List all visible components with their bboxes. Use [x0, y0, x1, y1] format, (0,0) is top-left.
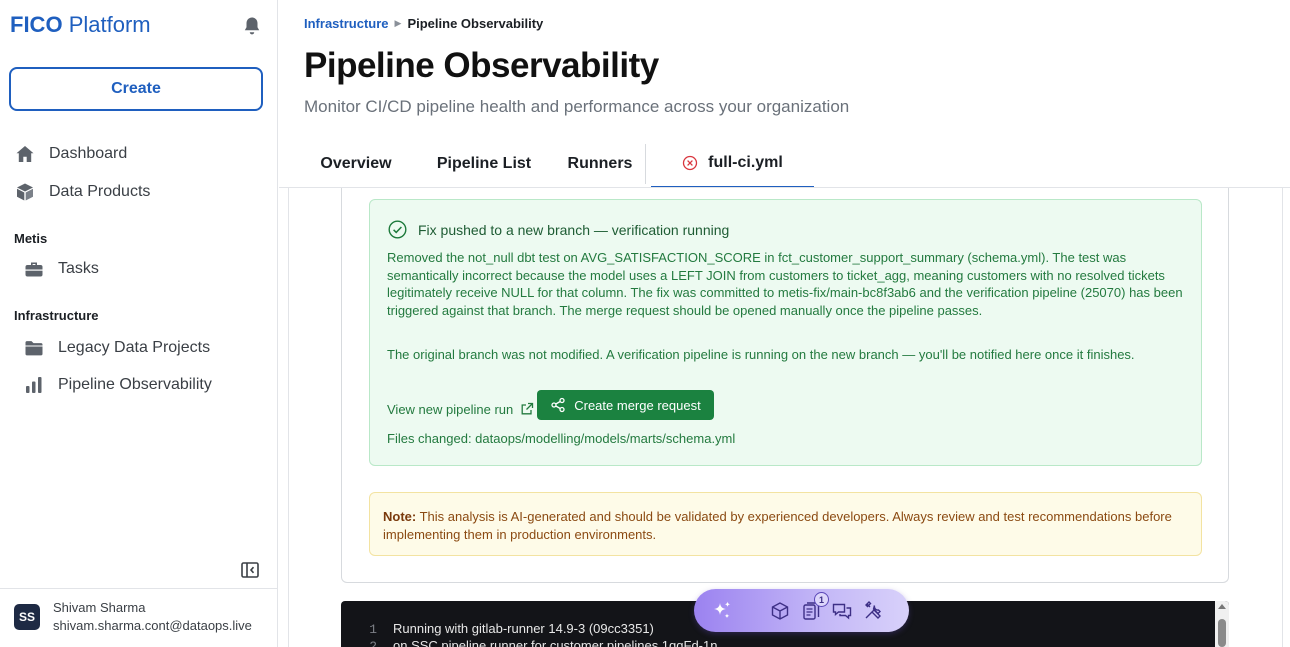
chat-bubbles-icon[interactable]: [831, 600, 853, 622]
sidebar-item-pipeline-observability[interactable]: Pipeline Observability: [24, 375, 212, 395]
log-line-number: 1: [369, 622, 377, 637]
tab-runners[interactable]: Runners: [560, 140, 640, 188]
box-icon[interactable]: [769, 600, 791, 622]
tab-divider: [645, 144, 646, 184]
sidebar-item-tasks[interactable]: Tasks: [24, 259, 99, 279]
brand-logo[interactable]: FICO Platform: [10, 12, 151, 38]
brand-name-rest: Platform: [68, 12, 151, 37]
files-changed: Files changed: dataops/modelling/models/…: [387, 431, 736, 446]
floating-action-bar: 1: [694, 589, 909, 632]
tab-bar: Overview Pipeline List Runners full-ci.y…: [304, 140, 1290, 188]
success-alert: Fix pushed to a new branch — verificatio…: [369, 199, 1202, 466]
user-profile[interactable]: SS Shivam Sharma shivam.sharma.cont@data…: [0, 588, 278, 647]
breadcrumb-separator-icon: ▶: [394, 18, 402, 28]
sidebar-item-label: Pipeline Observability: [58, 376, 212, 393]
note-text-block: Note: This analysis is AI-generated and …: [383, 508, 1183, 543]
sidebar-item-legacy-data-projects[interactable]: Legacy Data Projects: [24, 338, 210, 358]
log-line: 2 on SSC pipeline runner for customer pip…: [341, 638, 717, 647]
create-button[interactable]: Create: [9, 67, 263, 111]
sidebar-item-label: Data Products: [49, 183, 151, 200]
log-line-text: Running with gitlab-runner 14.9-3 (09cc3…: [393, 621, 654, 636]
sidebar-item-label: Tasks: [58, 260, 99, 277]
sidebar-item-label: Legacy Data Projects: [58, 339, 211, 356]
user-name: Shivam Sharma: [53, 600, 146, 615]
cube-icon: [17, 183, 33, 201]
error-circle-icon: [683, 155, 698, 171]
section-label-infrastructure: Infrastructure: [14, 308, 99, 323]
tools-icon[interactable]: [862, 600, 884, 622]
ai-disclaimer-note: Note: This analysis is AI-generated and …: [369, 492, 1202, 556]
view-pipeline-run-label: View new pipeline run: [387, 401, 514, 417]
page-subtitle: Monitor CI/CD pipeline health and perfor…: [304, 97, 850, 116]
sidebar-item-dashboard[interactable]: Dashboard: [15, 144, 127, 164]
success-description: Removed the not_null dbt test on AVG_SAT…: [387, 250, 1183, 318]
tab-overview[interactable]: Overview: [304, 140, 408, 188]
scroll-up-arrow-icon[interactable]: [1218, 604, 1226, 609]
external-link-icon: [521, 402, 534, 415]
success-followup: The original branch was not modified. A …: [387, 347, 1135, 362]
brand-name-bold: FICO: [10, 12, 63, 37]
share-icon: [551, 397, 565, 413]
page-title: Pipeline Observability: [304, 46, 659, 85]
user-email: shivam.sharma.cont@dataops.live: [53, 618, 252, 633]
tab-full-ci-yml[interactable]: full-ci.yml: [651, 140, 814, 188]
breadcrumb-infrastructure-link[interactable]: Infrastructure: [304, 16, 389, 31]
bell-icon[interactable]: [243, 16, 261, 36]
note-text: This analysis is AI-generated and should…: [383, 509, 1172, 542]
collapse-sidebar-icon[interactable]: [241, 562, 259, 578]
tab-pipeline-list[interactable]: Pipeline List: [428, 140, 540, 188]
section-label-metis: Metis: [14, 231, 48, 246]
sidebar-item-data-products[interactable]: Data Products: [15, 182, 150, 202]
breadcrumb-current: Pipeline Observability: [407, 16, 544, 31]
log-line: 1 Running with gitlab-runner 14.9-3 (09cc…: [341, 621, 654, 637]
home-icon: [16, 146, 34, 162]
note-label: Note:: [383, 509, 417, 524]
briefcase-icon: [25, 262, 43, 277]
sidebar-item-label: Dashboard: [49, 145, 128, 162]
success-heading-text: Fix pushed to a new branch — verificatio…: [418, 221, 730, 238]
success-heading: Fix pushed to a new branch — verificatio…: [388, 220, 729, 239]
sidebar: FICO Platform Create Dashboard Data Prod…: [0, 0, 278, 647]
bar-chart-icon: [26, 377, 42, 393]
main-content: Infrastructure ▶ Pipeline Observability …: [279, 0, 1290, 647]
log-line-number: 2: [369, 639, 377, 647]
tab-label: full-ci.yml: [708, 154, 783, 171]
success-actions: View new pipeline run Create merge reque…: [387, 390, 714, 420]
breadcrumb: Infrastructure ▶ Pipeline Observability: [304, 16, 543, 31]
create-merge-request-label: Create merge request: [574, 397, 701, 413]
check-circle-icon: [388, 220, 407, 239]
sparkles-icon[interactable]: [711, 600, 733, 622]
create-merge-request-button[interactable]: Create merge request: [537, 390, 714, 420]
app-root: FICO Platform Create Dashboard Data Prod…: [0, 0, 1290, 647]
scroll-thumb[interactable]: [1218, 619, 1226, 647]
notification-badge: 1: [814, 592, 829, 607]
terminal-scrollbar[interactable]: [1215, 601, 1229, 647]
view-pipeline-run-link[interactable]: View new pipeline run: [387, 402, 534, 417]
avatar: SS: [14, 604, 40, 630]
folder-icon: [25, 341, 43, 356]
log-line-text: on SSC pipeline runner for customer pipe…: [393, 638, 718, 647]
